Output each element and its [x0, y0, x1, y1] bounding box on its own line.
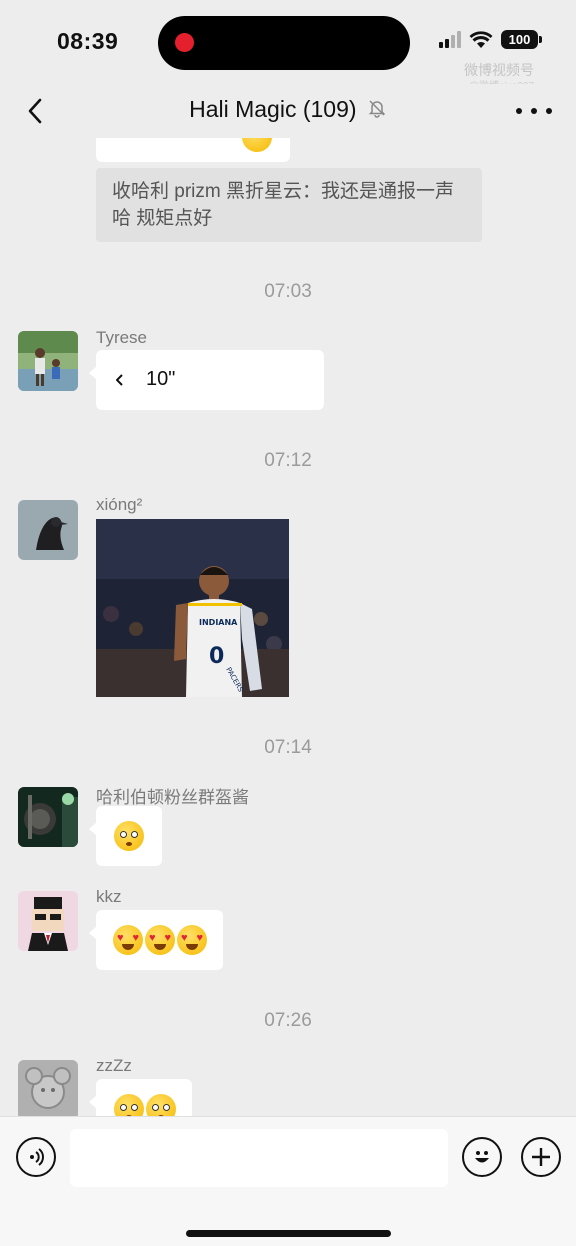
wifi-icon [469, 30, 493, 49]
voice-message-bubble[interactable]: 10" [89, 350, 324, 410]
heart-eyes-icon: ♥ ♥ [145, 925, 175, 955]
message-bubble-partial[interactable] [96, 138, 290, 162]
avatar-tyrese[interactable] [18, 331, 78, 391]
voice-input-button[interactable] [16, 1137, 56, 1177]
sender-name: kkz [96, 887, 122, 906]
timestamp: 07:03 [264, 281, 312, 302]
emoji-message-bubble[interactable]: ♥ ♥ ♥ ♥ ♥ ♥ [89, 910, 223, 970]
flushed-face-icon [146, 1094, 176, 1116]
emoji-button[interactable] [462, 1137, 502, 1177]
voice-play-icon [116, 374, 123, 386]
status-bar: 08:39 100 微博视频号 @微博pixo007 [0, 0, 576, 92]
voice-duration: 10" [146, 368, 176, 390]
dynamic-island [158, 16, 410, 70]
sender-name: 哈利伯顿粉丝群盔酱 [96, 788, 249, 807]
flushed-face-icon [114, 1094, 144, 1116]
timestamp: 07:26 [264, 1010, 312, 1031]
heart-eyes-icon: ♥ ♥ [113, 925, 143, 955]
heart-eyes-icon: ♥ ♥ [177, 925, 207, 955]
sender-name: Tyrese [96, 328, 148, 347]
status-icons: 100 [439, 30, 542, 49]
more-actions-button[interactable] [521, 1137, 561, 1177]
jersey-number: 0 [209, 644, 224, 669]
avatar-xiong[interactable] [18, 500, 78, 560]
sender-name: zzZz [96, 1056, 132, 1075]
emoji-message-bubble[interactable] [89, 806, 162, 866]
timestamp: 07:14 [264, 737, 312, 758]
image-message[interactable]: INDIANA 0 PACERS [96, 519, 289, 697]
flushed-face-icon [114, 821, 144, 851]
timestamp: 07:12 [264, 450, 312, 471]
plus-icon [532, 1148, 550, 1166]
jersey-team: INDIANA [199, 618, 238, 627]
nav-bar: Hali Magic (109) [0, 84, 576, 138]
avatar-fan-group[interactable] [18, 787, 78, 847]
emoji-sweat-icon [242, 138, 272, 152]
voice-icon [30, 1148, 44, 1166]
input-bar [0, 1116, 576, 1246]
bell-slash-icon [367, 97, 387, 124]
smiley-icon [475, 1151, 489, 1163]
sender-name: xióng² [96, 495, 143, 514]
recording-indicator-icon [175, 33, 194, 52]
chat-title-text: Hali Magic (109) [189, 96, 357, 122]
battery-icon: 100 [501, 30, 542, 49]
status-time: 08:39 [57, 28, 119, 54]
quoted-message[interactable]: 收哈利 prizm 黑折星云：我还是通报一声哈 规矩点好 [96, 168, 482, 242]
message-input[interactable] [70, 1129, 448, 1187]
more-options-button[interactable] [516, 96, 552, 126]
ellipsis-icon [516, 108, 522, 114]
avatar-kkz[interactable] [18, 891, 78, 951]
avatar-zzzz[interactable] [18, 1060, 78, 1116]
home-indicator[interactable] [186, 1230, 391, 1237]
emoji-message-bubble[interactable] [89, 1079, 192, 1116]
cellular-signal-icon [439, 31, 461, 48]
chat-title: Hali Magic (109) [0, 96, 576, 124]
chat-area[interactable]: 收哈利 prizm 黑折星云：我还是通报一声哈 规矩点好 07:03 Tyres… [0, 138, 576, 1116]
